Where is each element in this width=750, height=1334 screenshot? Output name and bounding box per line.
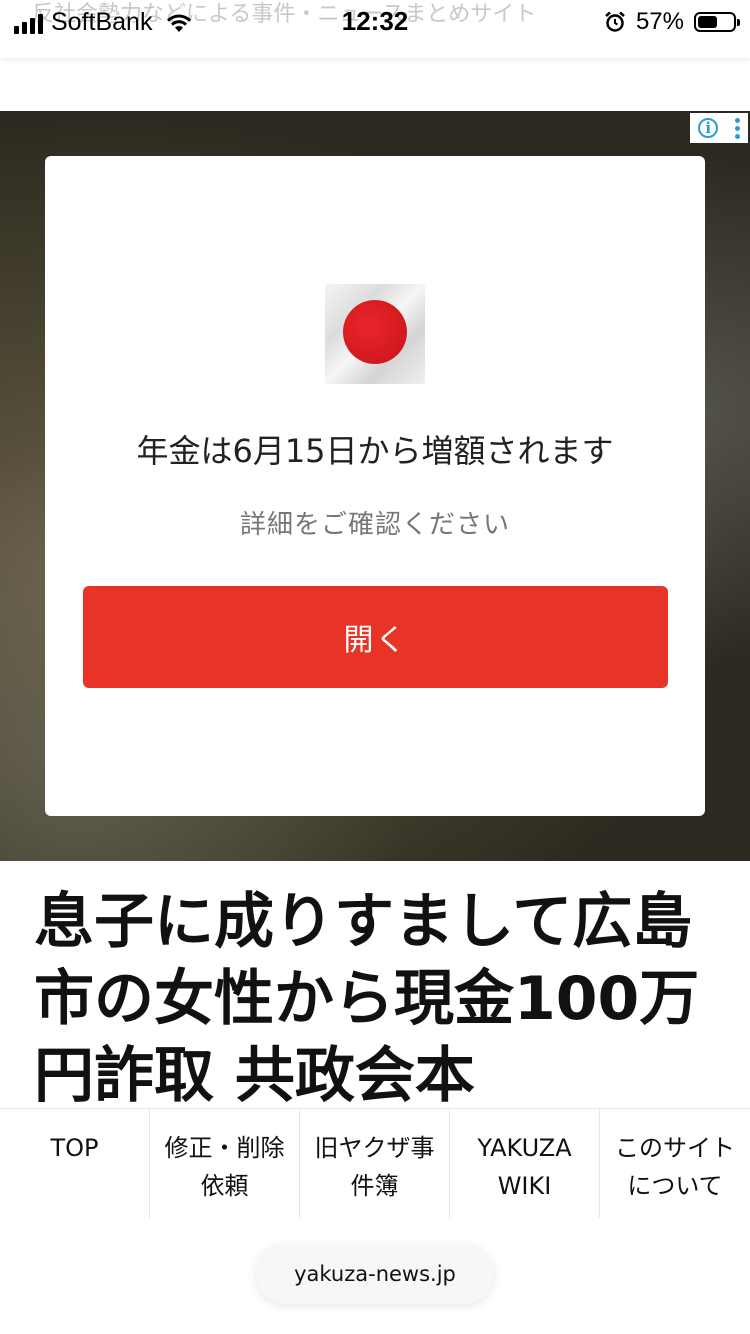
ad-open-button[interactable]: 開く — [83, 586, 668, 688]
bottom-nav: TOP 修正・削除 依頼 旧ヤクザ事 件簿 YAKUZA WIKI このサイト … — [0, 1108, 750, 1219]
status-bar: 反社会勢力などによる事件・ニュースまとめサイト SoftBank 12:32 5… — [0, 0, 750, 58]
battery-icon — [694, 12, 740, 32]
ad-subtext: 詳細をご確認ください — [239, 510, 510, 540]
battery-percent: 57% — [635, 8, 684, 35]
alarm-icon — [605, 11, 625, 32]
nav-item-top[interactable]: TOP — [0, 1109, 150, 1219]
nav-item-yakuza-wiki[interactable]: YAKUZA WIKI — [450, 1109, 600, 1219]
nav-item-old-case-book[interactable]: 旧ヤクザ事 件簿 — [300, 1109, 450, 1219]
status-right: 57% — [604, 8, 740, 36]
kebab-icon[interactable] — [734, 117, 740, 139]
ad-headline: 年金は6月15日から増額されます — [136, 432, 614, 470]
browser-url-bar[interactable]: yakuza-news.jp — [256, 1244, 494, 1304]
nav-item-about[interactable]: このサイト について — [600, 1109, 750, 1219]
nav-item-removal-request[interactable]: 修正・削除 依頼 — [150, 1109, 300, 1219]
battery-fill — [698, 16, 718, 28]
japan-flag-image — [325, 284, 425, 384]
article-title: 息子に成りすまして広島市の女性から現金100万円詐取 共政会本 — [34, 887, 700, 1111]
ad-card[interactable]: 年金は6月15日から増額されます 詳細をご確認ください 開く — [45, 156, 705, 816]
ad-banner[interactable]: i 年金は6月15日から増額されます 詳細をご確認ください 開く — [0, 111, 750, 861]
ad-choices[interactable]: i — [690, 113, 748, 143]
info-icon[interactable]: i — [698, 118, 719, 138]
